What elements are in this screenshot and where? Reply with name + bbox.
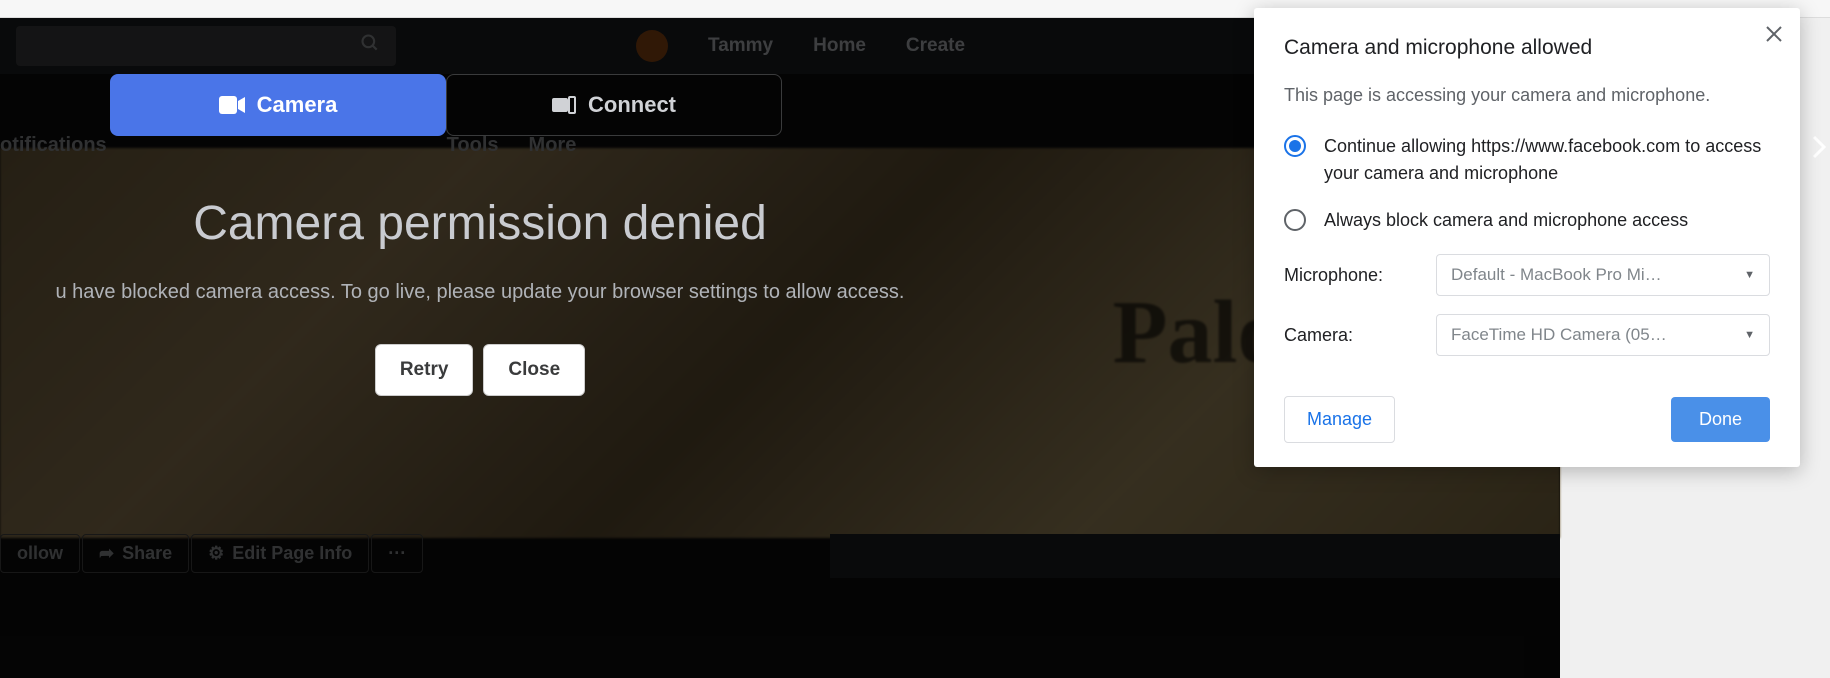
allow-option-label: Continue allowing https://www.facebook.c… bbox=[1324, 133, 1770, 187]
microphone-row: Microphone: Default - MacBook Pro Mi… ▼ bbox=[1284, 254, 1770, 296]
manage-button[interactable]: Manage bbox=[1284, 396, 1395, 443]
permission-denied-desc: u have blocked camera access. To go live… bbox=[0, 281, 960, 304]
tab-connect[interactable]: Connect bbox=[446, 74, 782, 136]
tab-camera-label: Camera bbox=[257, 92, 338, 118]
camera-row: Camera: FaceTime HD Camera (05… ▼ bbox=[1284, 314, 1770, 356]
permission-title: Camera and microphone allowed bbox=[1284, 36, 1770, 60]
browser-permission-popup: Camera and microphone allowed This page … bbox=[1254, 8, 1800, 467]
permission-option-block[interactable]: Always block camera and microphone acces… bbox=[1284, 207, 1770, 234]
radio-selected-icon bbox=[1284, 135, 1306, 157]
tab-camera[interactable]: Camera bbox=[110, 74, 446, 136]
chevron-down-icon: ▼ bbox=[1744, 329, 1755, 341]
close-button[interactable]: Close bbox=[483, 344, 585, 396]
done-button[interactable]: Done bbox=[1671, 397, 1770, 442]
facebook-live-modal: Camera Connect Camera permission denied … bbox=[0, 74, 960, 396]
connect-icon bbox=[552, 96, 576, 114]
block-option-label: Always block camera and microphone acces… bbox=[1324, 207, 1688, 234]
permission-option-allow[interactable]: Continue allowing https://www.facebook.c… bbox=[1284, 133, 1770, 187]
permission-actions: Manage Done bbox=[1284, 396, 1770, 443]
live-tabs: Camera Connect bbox=[110, 74, 960, 136]
tab-connect-label: Connect bbox=[588, 92, 676, 118]
retry-button[interactable]: Retry bbox=[375, 344, 474, 396]
camera-icon bbox=[219, 96, 245, 114]
chevron-right-icon[interactable] bbox=[1812, 134, 1826, 166]
radio-unselected-icon bbox=[1284, 209, 1306, 231]
close-icon[interactable] bbox=[1766, 24, 1782, 46]
microphone-select[interactable]: Default - MacBook Pro Mi… ▼ bbox=[1436, 254, 1770, 296]
camera-select[interactable]: FaceTime HD Camera (05… ▼ bbox=[1436, 314, 1770, 356]
live-modal-body: Camera permission denied u have blocked … bbox=[0, 196, 960, 396]
permission-denied-title: Camera permission denied bbox=[0, 196, 960, 251]
microphone-label: Microphone: bbox=[1284, 265, 1416, 286]
microphone-value: Default - MacBook Pro Mi… bbox=[1451, 265, 1662, 285]
camera-value: FaceTime HD Camera (05… bbox=[1451, 325, 1667, 345]
camera-label: Camera: bbox=[1284, 325, 1416, 346]
permission-description: This page is accessing your camera and m… bbox=[1284, 82, 1770, 109]
chevron-down-icon: ▼ bbox=[1744, 269, 1755, 281]
